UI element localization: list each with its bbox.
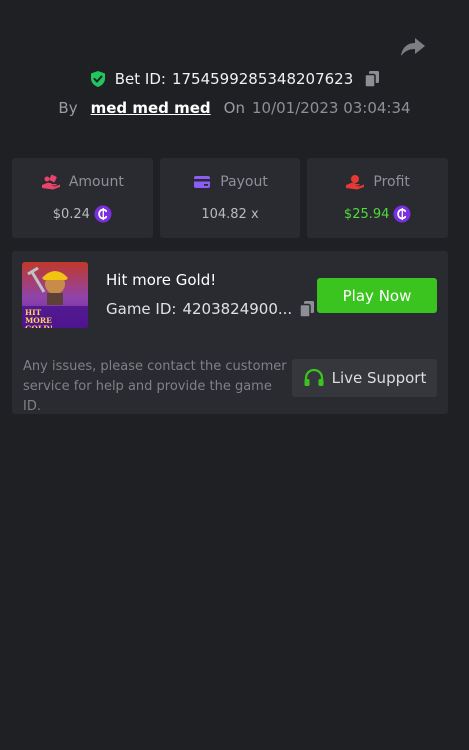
shield-check-icon — [90, 71, 105, 87]
support-notice: Any issues, please contact the customer … — [23, 359, 287, 414]
bet-id-value: 1754599285348207623 — [171, 70, 354, 88]
amount-value: $0.24 — [52, 206, 90, 222]
coin-icon — [393, 205, 411, 223]
on-label: On — [223, 99, 245, 117]
play-now-button[interactable]: Play Now — [317, 278, 437, 313]
profit-label: Profit — [373, 174, 410, 190]
payout-label: Payout — [220, 174, 268, 190]
bet-meta-row: By med med med On 10/01/2023 03:04:34 — [0, 97, 469, 119]
game-title[interactable]: Hit more Gold! — [106, 271, 216, 289]
live-support-button[interactable]: Live Support — [292, 359, 437, 397]
amount-label: Amount — [68, 174, 124, 190]
wallet-card-icon — [194, 176, 211, 188]
game-thumbnail[interactable]: HIT MORE GOLD! — [22, 262, 88, 328]
game-id-value: 4203824900... — [182, 300, 293, 318]
game-card: HIT MORE GOLD! Hit more Gold! Game ID: 4… — [12, 251, 448, 414]
copy-bet-id-icon[interactable] — [364, 70, 380, 88]
payout-value: 104.82 x — [201, 206, 259, 222]
game-id-row: Game ID: 4203824900... — [106, 300, 315, 318]
live-support-label: Live Support — [331, 369, 427, 387]
stat-payout: Payout 104.82 x — [159, 158, 301, 238]
bet-stats: Amount $0.24 Payout 104.82 x Profit $25.… — [12, 158, 449, 238]
profit-value: $25.94 — [343, 206, 390, 222]
game-thumbnail-text: HIT MORE GOLD! — [25, 308, 53, 329]
bet-id-row: Bet ID: 1754599285348207623 — [0, 68, 469, 90]
username-link[interactable]: med med med — [91, 99, 211, 117]
game-id-label: Game ID: — [106, 300, 177, 318]
hand-money-icon — [346, 175, 365, 190]
bet-id-label: Bet ID: — [114, 70, 166, 88]
bet-datetime: 10/01/2023 03:04:34 — [251, 99, 411, 117]
coin-icon — [94, 205, 112, 223]
by-label: By — [58, 99, 78, 117]
headset-icon — [304, 368, 324, 386]
share-icon[interactable] — [400, 36, 426, 58]
stat-profit: Profit $25.94 — [307, 158, 449, 238]
copy-game-id-icon[interactable] — [299, 300, 315, 318]
hand-coins-icon — [41, 174, 60, 190]
stat-amount: Amount $0.24 — [12, 158, 153, 238]
